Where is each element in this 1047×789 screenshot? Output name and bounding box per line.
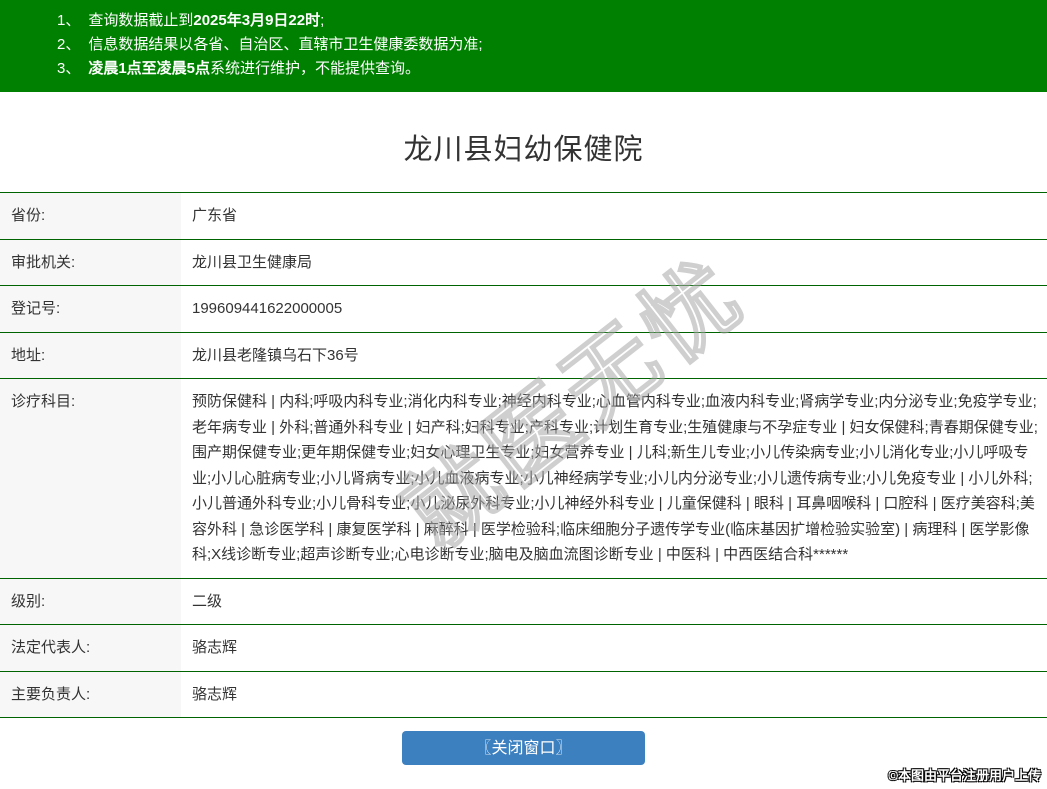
row-label: 审批机关:: [0, 239, 181, 286]
hospital-info-table: 省份: 广东省 审批机关: 龙川县卫生健康局 登记号: 199609441622…: [0, 192, 1047, 718]
row-value: 199609441622000005: [192, 300, 343, 317]
table-row-registration-number: 登记号: 199609441622000005: [0, 285, 1047, 332]
row-value: 骆志辉: [192, 685, 238, 703]
row-value: 龙川县卫生健康局: [192, 253, 313, 271]
table-row-province: 省份: 广东省: [0, 192, 1047, 239]
table-row-level: 级别: 二级: [0, 578, 1047, 625]
notice-number: 1、: [57, 12, 81, 29]
row-label: 登记号:: [0, 285, 181, 332]
notice-line-1: 1、 查询数据截止到2025年3月9日22时;: [57, 9, 1027, 33]
row-label: 地址:: [0, 332, 181, 379]
row-label: 法定代表人:: [0, 624, 181, 671]
row-label: 省份:: [0, 192, 181, 239]
notice-line-2: 2、 信息数据结果以各省、自治区、直辖市卫生健康委数据为准;: [57, 33, 1027, 57]
notice-text-bold: 凌晨1点至凌晨5点: [88, 60, 211, 77]
table-row-approval-authority: 审批机关: 龙川县卫生健康局: [0, 239, 1047, 286]
table-row-main-person-in-charge: 主要负责人: 骆志辉: [0, 671, 1047, 718]
row-label: 诊疗科目:: [0, 378, 181, 578]
notice-text: ;: [320, 12, 325, 29]
table-row-medical-subjects: 诊疗科目: 预防保健科 | 内科;呼吸内科专业;消化内科专业;神经内科专业;心血…: [0, 378, 1047, 578]
close-window-button[interactable]: 〖关闭窗口〗: [402, 731, 645, 765]
notice-line-3: 3、 凌晨1点至凌晨5点系统进行维护，不能提供查询。: [57, 57, 1027, 81]
row-value: 预防保健科 | 内科;呼吸内科专业;消化内科专业;神经内科专业;心血管内科专业;…: [192, 393, 1038, 563]
table-row-address: 地址: 龙川县老隆镇乌石下36号: [0, 332, 1047, 379]
row-label: 级别:: [0, 578, 181, 625]
notice-text: 信息数据结果以各省、自治区、直辖市卫生健康委数据为准;: [88, 36, 483, 53]
row-value: 龙川县老隆镇乌石下36号: [192, 346, 359, 364]
notice-text: 系统进行维护，不能提供查询。: [210, 60, 421, 77]
table-row-legal-representative: 法定代表人: 骆志辉: [0, 624, 1047, 671]
notice-number: 2、: [57, 36, 81, 53]
notice-text: 查询数据截止到: [88, 12, 194, 29]
row-value: 广东省: [192, 207, 238, 224]
notice-text-bold: 2025年3月9日22时: [193, 12, 321, 29]
photo-credit-watermark: ©本图由平台注册用户上传: [888, 768, 1041, 783]
button-row: 〖关闭窗口〗: [0, 731, 1047, 765]
row-label: 主要负责人:: [0, 671, 181, 718]
row-value: 骆志辉: [192, 639, 238, 656]
notice-number: 3、: [57, 60, 81, 77]
row-value: 二级: [192, 592, 223, 610]
page-title: 龙川县妇幼保健院: [403, 134, 644, 166]
notice-bar: 1、 查询数据截止到2025年3月9日22时; 2、 信息数据结果以各省、自治区、直…: [0, 0, 1047, 92]
